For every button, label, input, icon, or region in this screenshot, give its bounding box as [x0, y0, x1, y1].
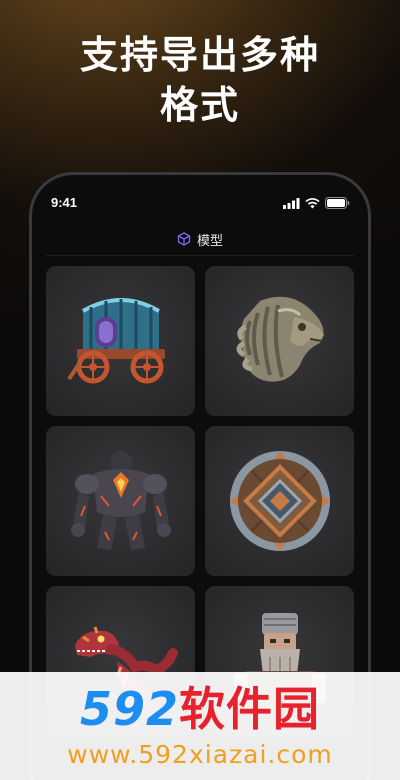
watermark-logo-number: 592 [79, 682, 180, 736]
nav-divider [46, 255, 354, 256]
model-card-round-shield[interactable] [205, 426, 354, 576]
promo-headline-line1: 支持导出多种 [79, 33, 320, 77]
page-title: 模型 [196, 233, 223, 249]
lion-head-model-thumbnail [236, 296, 324, 382]
promo-headline: 支持导出多种 格式 [0, 30, 400, 130]
cube-icon [177, 232, 191, 246]
battery-icon [325, 197, 350, 209]
lava-golem-model-thumbnail [70, 451, 171, 550]
nav-bar: 模型 [32, 225, 368, 253]
status-bar: 9:41 [32, 175, 368, 227]
promo-headline-line2: 格式 [159, 83, 240, 127]
watermark-url: www.592xiazai.com [67, 740, 333, 769]
watermark-logo: 592软件园 [0, 682, 400, 736]
watermark-logo-text: 软件园 [179, 682, 321, 736]
model-grid [46, 266, 354, 736]
round-shield-model-thumbnail [229, 451, 330, 551]
system-icons [283, 197, 350, 209]
signal-icon [283, 197, 300, 209]
model-card-wagon[interactable] [46, 266, 195, 416]
wifi-icon [305, 197, 320, 208]
model-card-lion-head[interactable] [205, 266, 354, 416]
model-card-lava-golem[interactable] [46, 426, 195, 576]
site-watermark: 592软件园 www.592xiazai.com [0, 672, 400, 780]
wagon-model-thumbnail [66, 298, 165, 384]
status-time: 9:41 [51, 195, 78, 210]
